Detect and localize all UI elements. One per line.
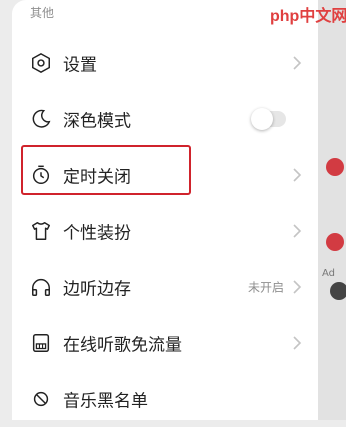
menu-item-label: 个性装扮 (63, 223, 131, 244)
menu-item-listen-and-save[interactable]: 边听边存 未开启 (12, 259, 318, 315)
menu-item-settings[interactable]: 设置 (12, 35, 318, 91)
menu-item-free-data[interactable]: 在线听歌免流量 (12, 315, 318, 371)
chevron-right-icon (293, 280, 302, 294)
headphones-icon (32, 279, 50, 296)
background-page-strip: Ad (318, 0, 346, 420)
menu-item-label: 边听边存 (63, 279, 131, 300)
settings-icon (32, 52, 50, 74)
menu-item-dark-mode: 深色模式 (12, 91, 318, 147)
menu-item-label: 音乐黑名单 (63, 391, 148, 412)
chevron-right-icon (293, 56, 302, 70)
watermark-logo: php中文网 (270, 8, 346, 25)
shirt-icon (32, 222, 50, 240)
highlight-box (21, 145, 191, 195)
chevron-right-icon (293, 168, 302, 182)
chevron-right-icon (293, 336, 302, 350)
background-red-dot (326, 158, 344, 176)
toggle-knob (251, 108, 273, 130)
section-header: 其他 (30, 6, 55, 20)
status-text: 未开启 (247, 280, 284, 295)
menu-item-label: 深色模式 (63, 111, 131, 132)
sim-card-icon (32, 334, 50, 352)
chevron-right-icon (293, 224, 302, 238)
background-red-dot (326, 233, 344, 251)
block-icon (33, 391, 49, 407)
moon-icon (32, 109, 51, 128)
menu-item-music-blacklist[interactable]: 音乐黑名单 (12, 371, 318, 427)
menu-item-personal-theme[interactable]: 个性装扮 (12, 203, 318, 259)
menu-item-label: 在线听歌免流量 (63, 335, 182, 356)
background-red-dot (330, 282, 346, 300)
dark-mode-toggle[interactable] (251, 108, 286, 130)
menu-item-label: 设置 (63, 55, 97, 76)
background-ad-label: Ad (322, 268, 336, 279)
